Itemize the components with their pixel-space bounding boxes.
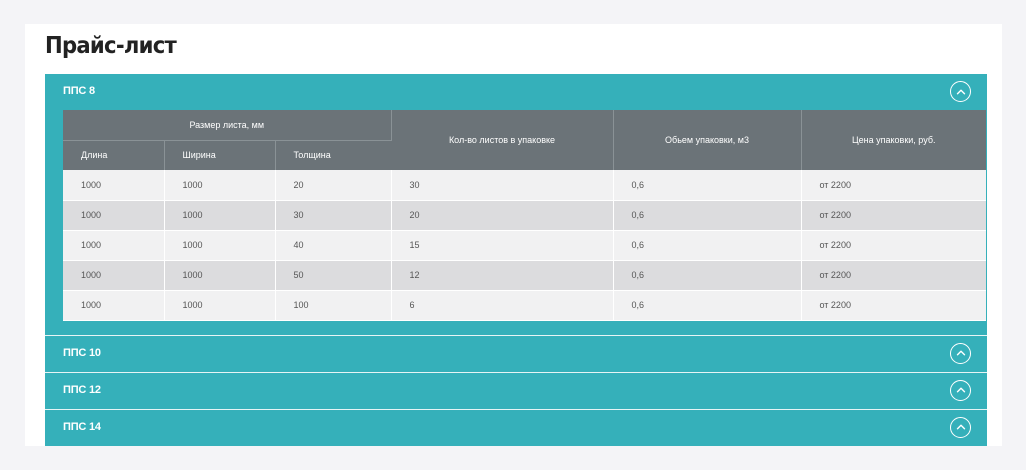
chevron-up-icon[interactable] [950, 416, 971, 438]
column-header-quantity: Кол-во листов в упаковке [391, 110, 614, 170]
cell-width: 1000 [164, 170, 276, 201]
price-table: Размер листа, мм Кол-во листов в упаковк… [63, 110, 986, 321]
cell-length: 1000 [63, 170, 165, 201]
accordion-header-pps-14[interactable]: ППС 14 [45, 410, 987, 446]
cell-quantity: 20 [391, 200, 614, 231]
cell-price: от 2200 [801, 260, 986, 291]
cell-quantity: 15 [391, 230, 614, 261]
cell-quantity: 6 [391, 290, 614, 321]
cell-price: от 2200 [801, 290, 986, 321]
page-title: Прайс-лист [45, 33, 177, 59]
chevron-up-icon[interactable] [950, 342, 971, 364]
cell-length: 1000 [63, 200, 165, 231]
accordion-item-pps-8: ППС 8 Размер листа, мм Кол-во листов в у… [45, 74, 987, 336]
cell-thickness: 20 [275, 170, 392, 201]
cell-volume: 0,6 [613, 170, 802, 201]
cell-thickness: 50 [275, 260, 392, 291]
table-row: 1000 1000 20 30 0,6 от 2200 [63, 170, 986, 201]
table-row: 1000 1000 30 20 0,6 от 2200 [63, 200, 986, 231]
column-header-price: Цена упаковки, руб. [801, 110, 986, 170]
column-header-volume: Обьем упаковки, м3 [613, 110, 802, 170]
accordion-title: ППС 10 [63, 346, 101, 359]
accordion-item-pps-14: ППС 14 [45, 409, 987, 446]
column-header-length: Длина [63, 140, 165, 170]
chevron-up-icon[interactable] [950, 379, 971, 401]
table-row: 1000 1000 50 12 0,6 от 2200 [63, 260, 986, 291]
column-header-width: Ширина [164, 140, 276, 170]
cell-volume: 0,6 [613, 200, 802, 231]
column-header-thickness: Толщина [275, 140, 391, 170]
cell-volume: 0,6 [613, 290, 802, 321]
cell-quantity: 30 [391, 170, 614, 201]
cell-width: 1000 [164, 290, 276, 321]
cell-price: от 2200 [801, 230, 986, 261]
price-accordion: ППС 8 Размер листа, мм Кол-во листов в у… [45, 74, 987, 446]
table-row: 1000 1000 40 15 0,6 от 2200 [63, 230, 986, 261]
cell-length: 1000 [63, 230, 165, 261]
cell-width: 1000 [164, 230, 276, 261]
accordion-header-pps-8[interactable]: ППС 8 [45, 74, 987, 110]
cell-price: от 2200 [801, 200, 986, 231]
accordion-title: ППС 12 [63, 383, 101, 396]
cell-thickness: 30 [275, 200, 392, 231]
cell-length: 1000 [63, 290, 165, 321]
accordion-item-pps-12: ППС 12 [45, 372, 987, 410]
chevron-up-icon[interactable] [950, 81, 971, 102]
accordion-title: ППС 8 [63, 85, 95, 97]
cell-width: 1000 [164, 200, 276, 231]
cell-quantity: 12 [391, 260, 614, 291]
cell-volume: 0,6 [613, 260, 802, 291]
cell-thickness: 40 [275, 230, 392, 261]
cell-volume: 0,6 [613, 230, 802, 261]
accordion-header-pps-12[interactable]: ППС 12 [45, 373, 987, 409]
cell-price: от 2200 [801, 170, 986, 201]
accordion-body-pps-8: Размер листа, мм Кол-во листов в упаковк… [45, 110, 987, 335]
column-group-header: Размер листа, мм [63, 110, 392, 141]
accordion-header-pps-10[interactable]: ППС 10 [45, 336, 987, 372]
cell-length: 1000 [63, 260, 165, 291]
cell-thickness: 100 [275, 290, 392, 321]
cell-width: 1000 [164, 260, 276, 291]
price-list-card: Прайс-лист ППС 8 Размер листа, мм Кол-во… [25, 24, 1002, 446]
accordion-item-pps-10: ППС 10 [45, 335, 987, 373]
accordion-title: ППС 14 [63, 420, 101, 433]
table-row: 1000 1000 100 6 0,6 от 2200 [63, 290, 986, 321]
